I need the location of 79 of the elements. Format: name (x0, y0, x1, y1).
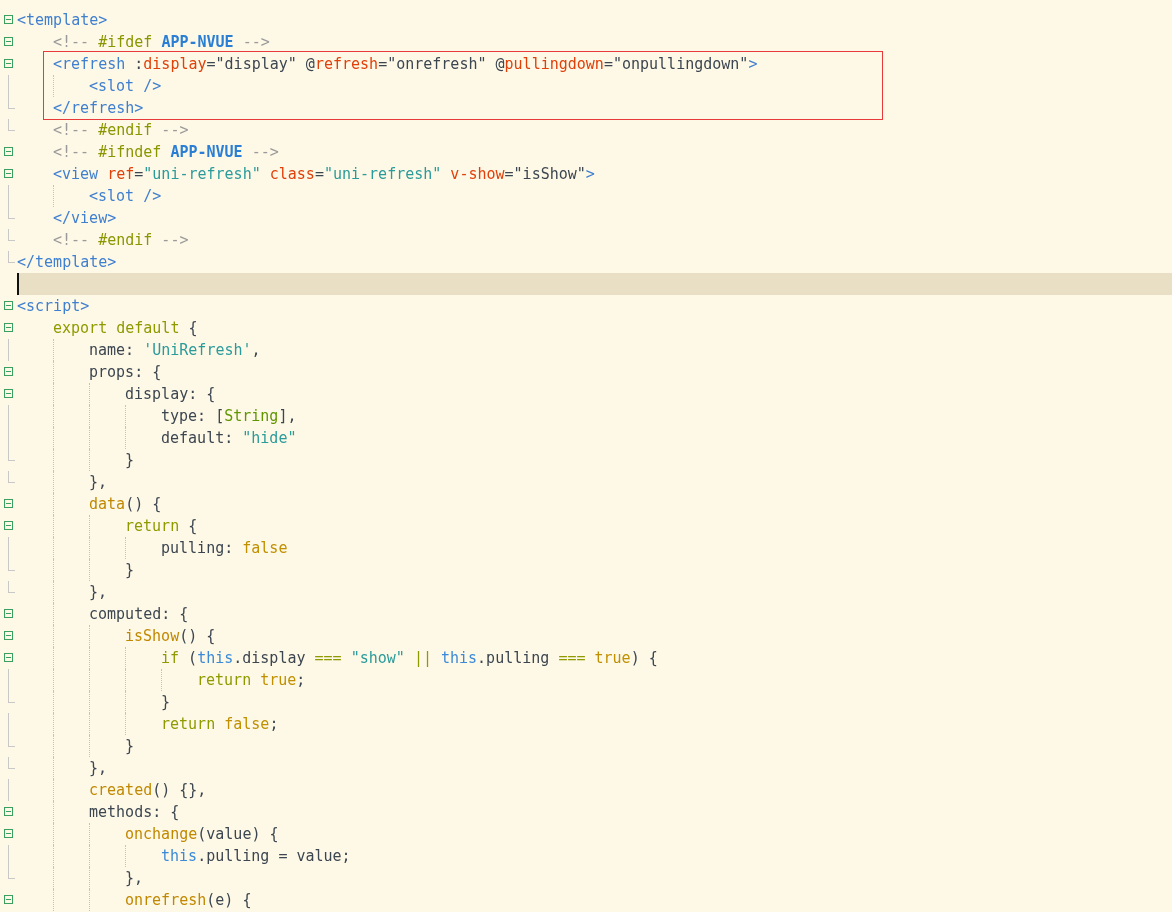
fold-icon[interactable] (4, 653, 13, 662)
fold-end-icon (8, 471, 15, 483)
code-line: pulling: false (161, 538, 288, 559)
code-line: <slot /> (89, 76, 162, 97)
code-line: <view ref="uni-refresh" class="uni-refresh" v-show="isShow"> (53, 164, 595, 185)
code-line: <!-- #endif --> (53, 230, 189, 251)
fold-end-icon (8, 97, 15, 109)
code-line: </view> (53, 208, 117, 229)
code-line: <script> (17, 296, 90, 317)
fold-icon[interactable] (4, 169, 13, 178)
text-cursor (17, 273, 19, 295)
fold-guide-line (8, 339, 9, 361)
code-line: </template> (17, 252, 117, 273)
code-line: <template> (17, 10, 108, 31)
code-line: onchange(value) { (125, 824, 279, 845)
fold-icon[interactable] (4, 15, 13, 24)
code-line: type: [String], (161, 406, 297, 427)
fold-icon[interactable] (4, 807, 13, 816)
code-line: <slot /> (89, 186, 162, 207)
fold-end-icon (8, 757, 15, 769)
fold-end-icon (8, 207, 15, 219)
fold-end-icon (8, 735, 15, 747)
fold-icon[interactable] (4, 147, 13, 156)
code-line: data() { (89, 494, 162, 515)
code-line: <!-- #ifdef APP-NVUE --> (53, 32, 270, 53)
fold-end-icon (8, 251, 15, 263)
fold-end-icon (8, 559, 15, 571)
code-line: this.pulling = value; (161, 846, 351, 867)
code-line: name: 'UniRefresh', (89, 340, 261, 361)
code-line: <!-- #endif --> (53, 120, 189, 141)
code-line: } (161, 692, 171, 713)
fold-guide-line (8, 185, 9, 207)
fold-end-icon (8, 691, 15, 703)
code-line: }, (125, 868, 144, 889)
fold-icon[interactable] (4, 301, 13, 310)
code-line: </refresh> (53, 98, 144, 119)
code-line: } (125, 736, 135, 757)
fold-guide-line (8, 75, 9, 97)
fold-guide-line (8, 845, 9, 867)
code-line: props: { (89, 362, 162, 383)
fold-guide-line (8, 537, 9, 559)
code-line: isShow() { (125, 626, 216, 647)
fold-guide-line (8, 669, 9, 691)
code-line: }, (89, 582, 108, 603)
fold-icon[interactable] (4, 895, 13, 904)
code-line: return true; (197, 670, 306, 691)
code-line: onrefresh(e) { (125, 890, 252, 911)
code-line: }, (89, 472, 108, 493)
fold-icon[interactable] (4, 323, 13, 332)
fold-end-icon (8, 867, 15, 879)
code-line: created() {}, (89, 780, 207, 801)
code-line: } (125, 560, 135, 581)
fold-end-icon (8, 581, 15, 593)
fold-end-icon (8, 229, 15, 241)
code-line: display: { (125, 384, 216, 405)
code-line: } (125, 450, 135, 471)
fold-icon[interactable] (4, 499, 13, 508)
code-line: <!-- #ifndef APP-NVUE --> (53, 142, 279, 163)
fold-icon[interactable] (4, 829, 13, 838)
fold-guide-line (8, 713, 9, 735)
code-line: return false; (161, 714, 279, 735)
fold-icon[interactable] (4, 367, 13, 376)
fold-icon[interactable] (4, 631, 13, 640)
code-line: return { (125, 516, 198, 537)
code-line: <refresh :display="display" @refresh="onrefresh" @pullingdown="onpullingdown"> (53, 54, 758, 75)
fold-icon[interactable] (4, 59, 13, 68)
fold-end-icon (8, 449, 15, 461)
fold-guide-line (8, 779, 9, 801)
fold-icon[interactable] (4, 37, 13, 46)
fold-icon[interactable] (4, 609, 13, 618)
fold-icon[interactable] (4, 521, 13, 530)
code-line: }, (89, 758, 108, 779)
code-line: computed: { (89, 604, 189, 625)
code-line: default: "hide" (161, 428, 297, 449)
code-line: if (this.display === "show" || this.pulling === true) { (161, 648, 658, 669)
code-line: export default { (53, 318, 198, 339)
code-line: methods: { (89, 802, 180, 823)
fold-icon[interactable] (4, 389, 13, 398)
fold-end-icon (8, 119, 15, 131)
